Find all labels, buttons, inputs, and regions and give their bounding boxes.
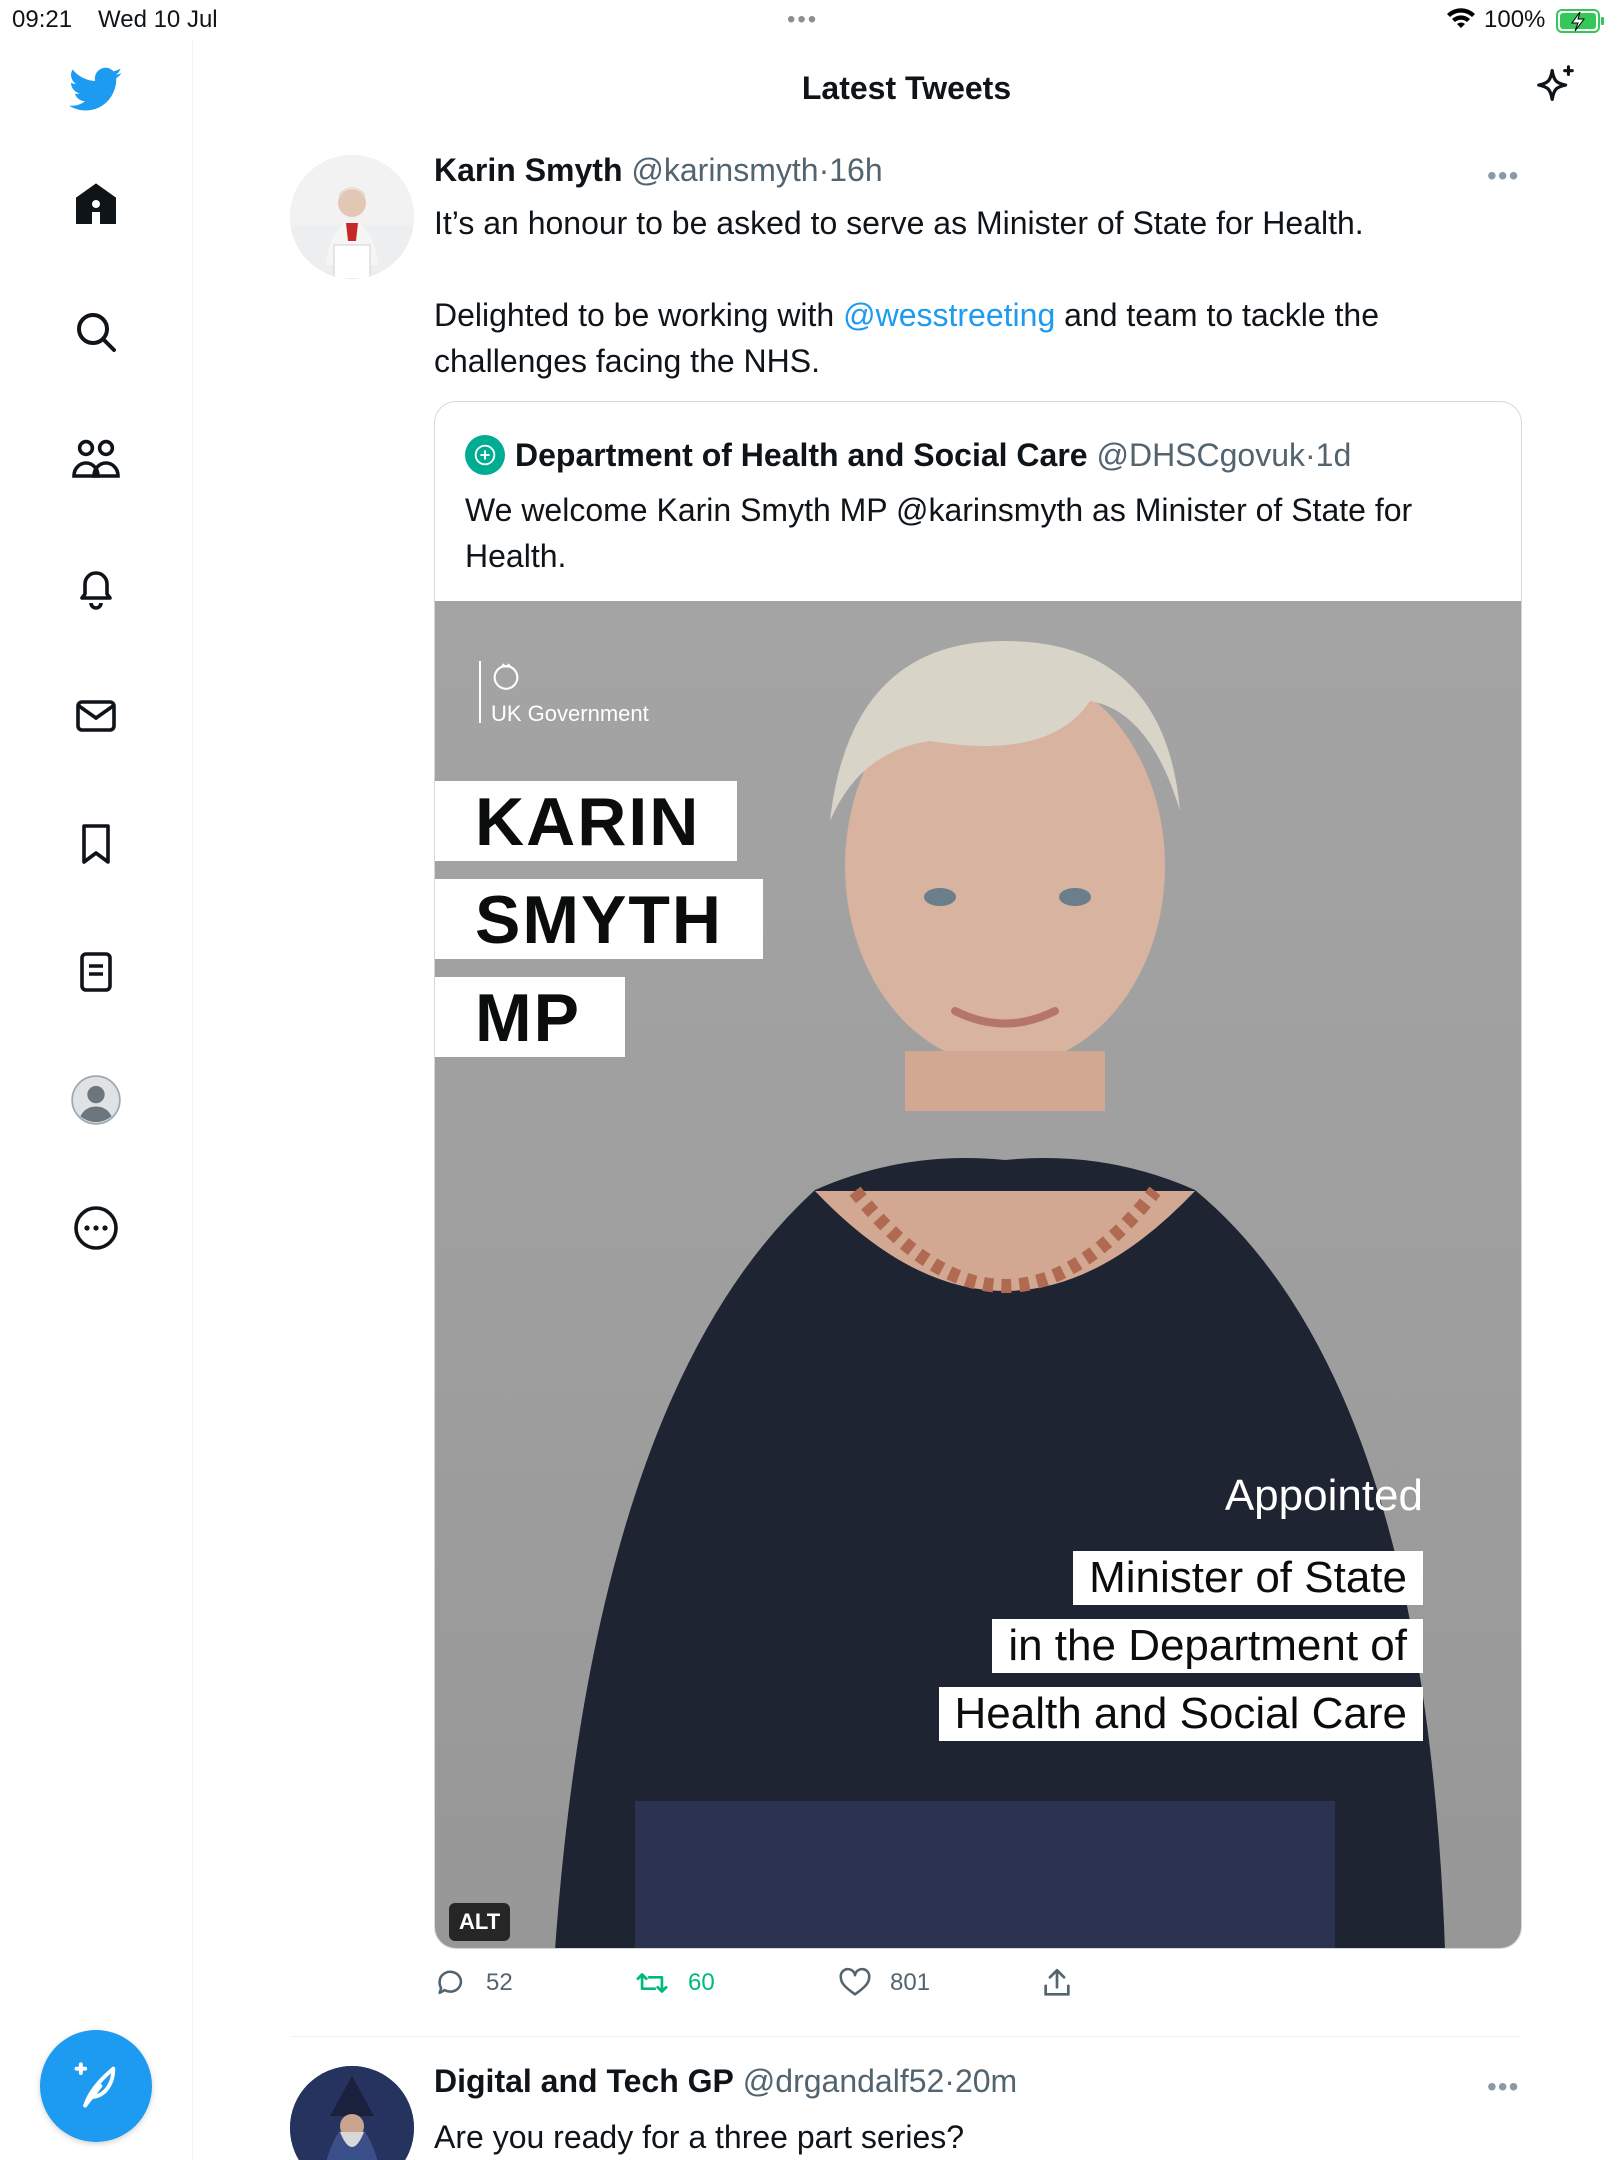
- share-icon: [1044, 1968, 1070, 1996]
- nav-communities[interactable]: [60, 424, 132, 496]
- like-button[interactable]: 801: [838, 1966, 930, 2000]
- quote-time: 1d: [1315, 436, 1352, 473]
- heart-icon: [839, 1967, 871, 1996]
- tweet-text-line1: It’s an honour to be asked to serve as M…: [434, 205, 1364, 241]
- tweet-divider: [290, 2036, 1520, 2037]
- tweet2-header: Digital and Tech GP @drgandalf52·20m: [434, 2063, 1017, 2100]
- quote-author-name[interactable]: Department of Health and Social Care: [515, 437, 1088, 474]
- role-line-2: in the Department of: [992, 1619, 1423, 1673]
- author-avatar[interactable]: [290, 155, 414, 279]
- quote-separator: ·: [1305, 436, 1316, 473]
- envelope-icon: [76, 700, 116, 732]
- avatar-icon: [71, 1075, 121, 1125]
- tweet-more-icon[interactable]: •••: [1487, 160, 1519, 192]
- tweet2-more-icon[interactable]: •••: [1487, 2071, 1519, 2103]
- role-line-3: Health and Social Care: [938, 1687, 1423, 1741]
- tweet2-author-name[interactable]: Digital and Tech GP: [434, 2063, 734, 2099]
- search-icon: [77, 313, 116, 352]
- nav-bookmarks[interactable]: [60, 808, 132, 880]
- multitasking-dots-icon[interactable]: •••: [787, 6, 818, 34]
- nav-more[interactable]: [60, 1192, 132, 1264]
- dhsc-crest-icon: [465, 435, 505, 475]
- nav-home[interactable]: [60, 168, 132, 240]
- quote-text: We welcome Karin Smyth MP @karinsmyth as…: [465, 492, 1413, 574]
- nav-lists[interactable]: [60, 936, 132, 1008]
- more-circle-icon: [74, 1206, 118, 1250]
- bookmark-icon: [82, 824, 110, 864]
- nav-messages[interactable]: [60, 680, 132, 752]
- tweet2-author-avatar[interactable]: [290, 2066, 414, 2160]
- name-line-3: MP: [435, 977, 625, 1057]
- status-time: 09:21: [12, 6, 73, 33]
- appointed-label: Appointed: [1224, 1471, 1423, 1520]
- name-line-1: KARIN: [435, 781, 737, 861]
- name-line-2: SMYTH: [435, 879, 763, 959]
- tweet-text-prefix: Delighted to be working with: [434, 297, 844, 333]
- retweet-icon: [636, 1973, 668, 1993]
- reply-icon: [438, 1970, 463, 1995]
- timeline-toggle-button[interactable]: [1530, 60, 1582, 112]
- share-button[interactable]: [1040, 1966, 1074, 2000]
- quote-header: Department of Health and Social Care @DH…: [465, 435, 1351, 475]
- quote-author-handle[interactable]: @DHSCgovuk: [1096, 437, 1305, 474]
- sparkle-icon: [1537, 65, 1574, 102]
- retweet-button[interactable]: 60: [634, 1966, 715, 2000]
- wifi-icon: [1446, 8, 1476, 37]
- battery-charging-icon: [1556, 8, 1606, 39]
- compose-feather-icon: [74, 2062, 116, 2108]
- status-date: Wed 10 Jul: [98, 6, 218, 33]
- list-icon: [80, 952, 112, 992]
- nav-notifications[interactable]: [60, 552, 132, 624]
- tweet-time[interactable]: 16h: [829, 152, 882, 188]
- gov-label: UK Government: [491, 701, 649, 726]
- compose-button[interactable]: [40, 2030, 152, 2142]
- tweet-actions: 52 60 801: [434, 1966, 1134, 2006]
- tweet-header: Karin Smyth @karinsmyth·16h: [434, 152, 883, 189]
- author-name[interactable]: Karin Smyth: [434, 152, 622, 188]
- nav-search[interactable]: [60, 296, 132, 368]
- like-count: 801: [890, 1969, 931, 1996]
- nav-profile[interactable]: [60, 1064, 132, 1136]
- sidebar: [0, 40, 193, 2160]
- author-handle[interactable]: @karinsmyth: [631, 152, 818, 188]
- tweet-text: It’s an honour to be asked to serve as M…: [434, 200, 1514, 384]
- tweet2-author-handle[interactable]: @drgandalf52: [743, 2063, 945, 2099]
- retweet-count: 60: [688, 1969, 715, 1996]
- reply-button[interactable]: 52: [434, 1966, 513, 2000]
- reply-count: 52: [486, 1969, 513, 1996]
- tweet2-text: Are you ready for a three part series?: [434, 2119, 965, 2155]
- role-line-1: Minister of State: [1073, 1551, 1423, 1605]
- status-bar: 09:21 Wed 10 Jul ••• 100%: [0, 0, 1620, 40]
- alt-badge[interactable]: ALT: [449, 1903, 511, 1941]
- twitter-logo-icon[interactable]: [60, 54, 132, 126]
- tweet2-time[interactable]: 20m: [955, 2063, 1017, 2099]
- tweet-text-line2: Delighted to be working with @wesstreeti…: [434, 292, 1514, 384]
- page-title: Latest Tweets: [801, 70, 1012, 106]
- separator: ·: [818, 152, 830, 188]
- home-icon: [76, 183, 116, 224]
- people-icon: [72, 439, 120, 478]
- bell-icon: [80, 571, 112, 610]
- quote-media-image[interactable]: UK Government KARIN SMYTH MP Appointed M…: [435, 601, 1521, 1948]
- tweet2-separator: ·: [944, 2063, 955, 2099]
- royal-crest-icon: [489, 659, 523, 698]
- quoted-tweet[interactable]: Department of Health and Social Care @DH…: [434, 401, 1522, 1949]
- mention-link[interactable]: @wesstreeting: [843, 297, 1055, 333]
- battery-percent: 100%: [1484, 6, 1546, 33]
- gov-logo-rule: [479, 661, 481, 723]
